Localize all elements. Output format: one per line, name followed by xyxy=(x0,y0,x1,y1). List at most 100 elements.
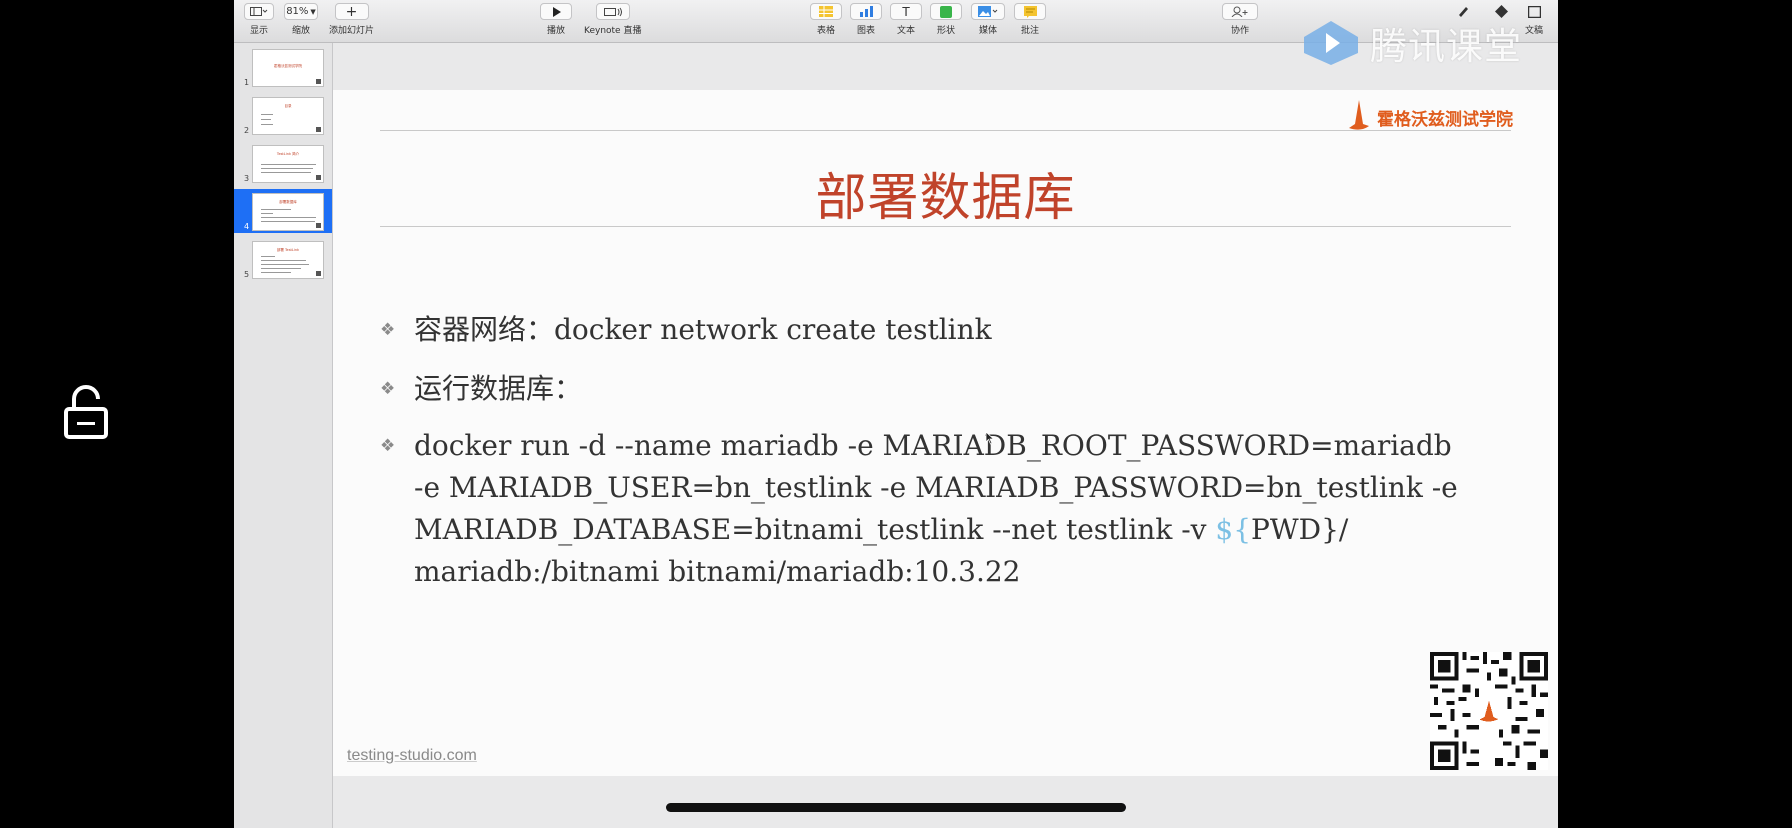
document-icon xyxy=(1527,5,1541,18)
slide-number: 4 xyxy=(244,222,250,231)
slide-thumbnail-4[interactable]: 部署数据库 4 xyxy=(234,189,332,233)
thumbnail-title: TestLink 简介 xyxy=(276,152,300,156)
table-button[interactable] xyxy=(810,3,842,20)
keynote-window: 显示 81% ▼ 缩放 + 添加幻灯片 播放 Keynote 直播 表格 图表 … xyxy=(234,0,1558,828)
document-control[interactable]: 文稿 xyxy=(1522,3,1546,36)
thumbnail-title: 目录 xyxy=(284,104,292,108)
collaborate-control[interactable]: 协作 xyxy=(1222,3,1258,36)
slide-title: 部署数据库 xyxy=(815,169,1076,228)
comment-control[interactable]: 批注 xyxy=(1014,3,1046,36)
thumbnail-corner-mark xyxy=(316,79,321,84)
thumbnail-line xyxy=(261,221,315,222)
collaborate-icon xyxy=(1231,6,1248,17)
title-underline xyxy=(380,226,1511,227)
table-control[interactable]: 表格 xyxy=(810,3,842,36)
slide-number: 1 xyxy=(244,78,250,87)
home-indicator[interactable] xyxy=(666,803,1126,812)
thumbnail-preview: 目录 xyxy=(252,97,324,135)
footer-url: testing-studio.com xyxy=(347,747,477,764)
thumbnail-preview: TestLink 简介 xyxy=(252,145,324,183)
bullet-run-db: 运行数据库： xyxy=(414,372,583,405)
thumbnail-corner-mark xyxy=(316,127,321,132)
media-button[interactable] xyxy=(971,3,1005,20)
thumbnail-line xyxy=(261,272,291,273)
broadcast-icon xyxy=(603,7,622,16)
text-button[interactable]: T xyxy=(890,3,922,20)
thumbnail-line xyxy=(261,268,301,269)
thumbnail-line xyxy=(261,124,273,125)
slide-thumbnail-3[interactable]: TestLink 简介 3 xyxy=(234,141,332,185)
thumbnail-line xyxy=(261,172,311,173)
zoom-select[interactable]: 81% ▼ xyxy=(284,3,318,20)
thumbnail-corner-mark xyxy=(316,271,321,276)
command-line-4: mariadb:/bitnami bitnami/mariadb:10.3.22 xyxy=(414,555,1021,588)
thumbnail-line xyxy=(261,164,316,165)
slide-number: 3 xyxy=(244,174,250,183)
bullet-diamond-icon: ❖ xyxy=(380,379,396,399)
add-slide-label: 添加幻灯片 xyxy=(329,26,375,36)
table-icon xyxy=(819,6,833,17)
text-icon: T xyxy=(902,4,910,19)
thumbnail-corner-mark xyxy=(316,223,321,228)
comment-label: 批注 xyxy=(1020,26,1039,36)
view-label: 显示 xyxy=(249,26,268,36)
chart-button[interactable] xyxy=(850,3,882,20)
tencent-classroom-logo-icon xyxy=(1304,21,1358,65)
bullet-docker-command: docker run -d --name mariadb -e MARIADB_… xyxy=(414,425,1486,593)
command-text: MARIADB_DATABASE=bitnami_testlink --net … xyxy=(414,513,1216,546)
document-button[interactable] xyxy=(1522,3,1546,20)
shape-button[interactable] xyxy=(930,3,962,20)
shape-label: 形状 xyxy=(936,26,955,36)
add-slide-button[interactable]: + xyxy=(334,3,369,20)
play-label: 播放 xyxy=(546,26,565,36)
watermark-text: 腾讯课堂 xyxy=(1370,25,1522,68)
media-control[interactable]: 媒体 xyxy=(971,3,1005,36)
comment-icon xyxy=(1023,5,1037,18)
chevron-down-icon: ▼ xyxy=(310,7,316,16)
thumbnail-preview: 霍格沃兹测试学院 xyxy=(252,49,324,87)
wizard-hat-icon xyxy=(1349,100,1369,130)
zoom-control[interactable]: 81% ▼ 缩放 xyxy=(284,3,318,36)
text-label: 文本 xyxy=(896,26,915,36)
command-line-3: MARIADB_DATABASE=bitnami_testlink --net … xyxy=(414,509,1486,551)
view-button[interactable] xyxy=(244,3,274,20)
media-label: 媒体 xyxy=(978,26,997,36)
thumbnail-line xyxy=(261,217,316,218)
slide[interactable]: 霍格沃兹测试学院 部署数据库 ❖ 容器网络：docker network cre… xyxy=(333,90,1558,776)
plus-icon: + xyxy=(345,3,358,20)
media-icon xyxy=(978,6,998,17)
thumbnail-preview: 部署数据库 xyxy=(252,193,324,231)
brand-name: 霍格沃兹测试学院 xyxy=(1377,109,1513,130)
chart-control[interactable]: 图表 xyxy=(850,3,882,36)
slide-thumbnail-1[interactable]: 霍格沃兹测试学院 1 xyxy=(234,45,332,89)
thumbnail-line xyxy=(261,209,291,210)
view-control[interactable]: 显示 xyxy=(244,3,274,36)
document-label: 文稿 xyxy=(1524,26,1543,36)
lock-icon[interactable] xyxy=(62,385,110,441)
shape-control[interactable]: 形状 xyxy=(930,3,962,36)
add-slide-control[interactable]: + 添加幻灯片 xyxy=(329,3,374,36)
slide-navigator: 霍格沃兹测试学院 1 目录 2 TestLink 简介 3 部署数据库 4 部署… xyxy=(234,43,333,828)
thumbnail-line xyxy=(261,260,306,261)
command-line-1: docker run -d --name mariadb -e MARIADB_… xyxy=(414,429,1452,462)
slide-canvas[interactable]: 霍格沃兹测试学院 部署数据库 ❖ 容器网络：docker network cre… xyxy=(333,43,1558,828)
thumbnail-title: 部署 TestLink xyxy=(276,248,300,252)
keynote-live-button[interactable] xyxy=(595,3,630,20)
collaborate-label: 协作 xyxy=(1230,26,1249,36)
text-control[interactable]: T 文本 xyxy=(890,3,922,36)
brand-logo: 霍格沃兹测试学院 xyxy=(1347,100,1513,134)
thumbnail-preview: 部署 TestLink xyxy=(252,241,324,279)
slide-thumbnail-5[interactable]: 部署 TestLink 5 xyxy=(234,237,332,281)
top-rule xyxy=(380,130,1511,131)
thumbnail-line xyxy=(261,168,313,169)
qr-code xyxy=(1430,652,1548,770)
collaborate-button[interactable] xyxy=(1222,3,1258,20)
play-control[interactable]: 播放 xyxy=(540,3,572,36)
play-button[interactable] xyxy=(540,3,572,20)
thumbnail-line xyxy=(261,119,271,120)
thumbnail-title: 霍格沃兹测试学院 xyxy=(274,64,302,68)
thumbnail-corner-mark xyxy=(316,175,321,180)
keynote-live-control[interactable]: Keynote 直播 xyxy=(584,3,641,36)
slide-thumbnail-2[interactable]: 目录 2 xyxy=(234,93,332,137)
comment-button[interactable] xyxy=(1014,3,1046,20)
